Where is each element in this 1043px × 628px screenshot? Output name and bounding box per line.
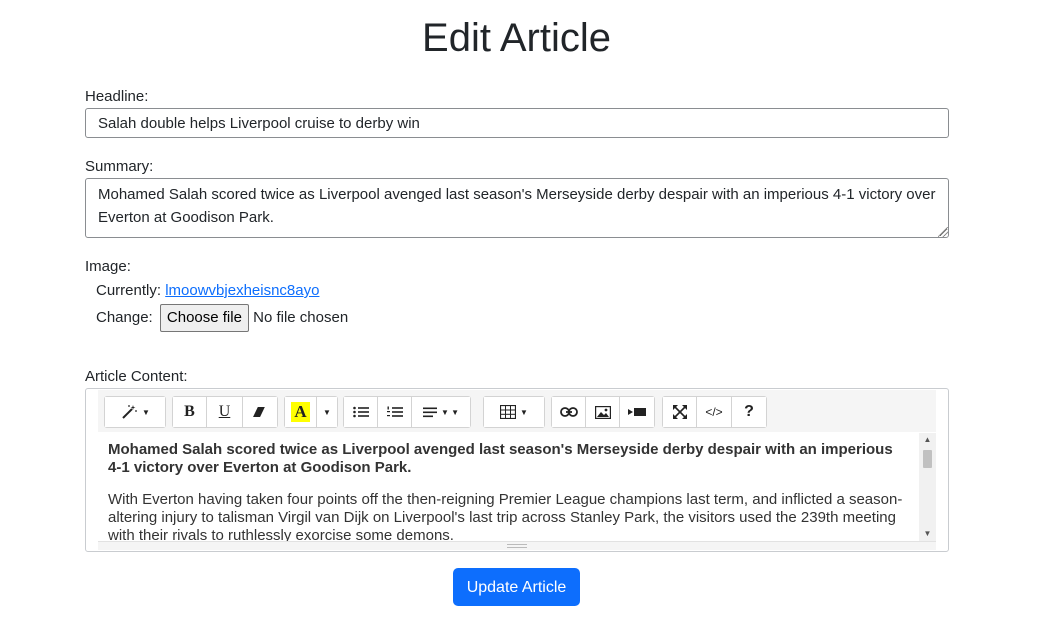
table-button[interactable]: ▼ — [484, 397, 544, 427]
eraser-icon — [253, 406, 267, 418]
table-group: ▼ — [483, 396, 545, 428]
editor-resize-bar[interactable] — [98, 541, 936, 550]
underline-icon: U — [218, 403, 231, 420]
paragraph-group: ▼ ▼ — [343, 396, 471, 428]
help-button[interactable]: ? — [732, 397, 766, 427]
bold-button[interactable]: B — [173, 397, 207, 427]
rich-text-editor: ▼ B U A ▼ ▼ ▼ ▼ </> ? Mohamed Salah scor… — [85, 388, 949, 552]
current-image-link[interactable]: lmoowvbjexheisnc8ayo — [165, 282, 319, 299]
color-group: A ▼ — [284, 396, 338, 428]
summary-textarea[interactable]: Mohamed Salah scored twice as Liverpool … — [85, 178, 949, 238]
current-image-row: Currently: lmoowvbjexheisnc8ayo — [96, 281, 319, 301]
change-label: Change: — [96, 309, 153, 326]
ordered-list-icon — [386, 406, 403, 418]
content-paragraph: Mohamed Salah scored twice as Liverpool … — [108, 441, 893, 476]
content-label: Article Content: — [85, 368, 188, 385]
misc-group: </> ? — [662, 396, 767, 428]
content-paragraph: With Everton having taken four points of… — [108, 491, 903, 541]
page-title: Edit Article — [422, 16, 611, 60]
color-dropdown-button[interactable]: ▼ — [317, 397, 337, 427]
headline-input[interactable] — [85, 108, 949, 138]
font-style-group: B U — [172, 396, 278, 428]
link-button[interactable] — [552, 397, 586, 427]
chevron-down-icon: ▼ ▼ — [440, 407, 460, 417]
update-article-button[interactable]: Update Article — [453, 568, 580, 606]
magic-wand-icon — [120, 404, 138, 420]
currently-label: Currently: — [96, 282, 162, 299]
table-icon — [500, 405, 517, 419]
headline-label: Headline: — [85, 88, 149, 105]
style-button[interactable]: ▼ — [105, 397, 165, 427]
align-button[interactable]: ▼ ▼ — [412, 397, 470, 427]
video-button[interactable] — [620, 397, 654, 427]
picture-icon — [594, 405, 611, 419]
text-color-button[interactable]: A — [285, 397, 317, 427]
summary-label: Summary: — [85, 158, 154, 175]
help-icon: ? — [744, 403, 754, 420]
editor-content[interactable]: Mohamed Salah scored twice as Liverpool … — [98, 433, 936, 541]
resize-grip-icon[interactable] — [938, 227, 948, 237]
editor-content-text: Mohamed Salah scored twice as Liverpool … — [108, 441, 908, 541]
scroll-down-icon[interactable]: ▼ — [919, 527, 936, 541]
chevron-down-icon: ▼ — [520, 407, 528, 417]
unordered-list-icon — [352, 406, 369, 418]
resize-handle-icon[interactable] — [507, 544, 527, 548]
image-label: Image: — [85, 258, 131, 275]
scrollbar-thumb[interactable] — [923, 450, 932, 468]
scroll-up-icon[interactable]: ▲ — [919, 433, 936, 447]
no-file-text: No file chosen — [253, 309, 349, 326]
fullscreen-button[interactable] — [663, 397, 697, 427]
video-icon — [628, 407, 646, 417]
style-group: ▼ — [104, 396, 166, 428]
code-view-icon: </> — [705, 405, 723, 419]
change-image-row: Change: Choose file No file chosen — [96, 304, 348, 332]
chevron-down-icon: ▼ — [142, 407, 150, 417]
clear-format-button[interactable] — [243, 397, 277, 427]
code-view-button[interactable]: </> — [697, 397, 732, 427]
fullscreen-icon — [672, 405, 687, 419]
editor-scrollbar[interactable]: ▲ ▼ — [919, 433, 936, 541]
choose-file-button[interactable]: Choose file — [159, 304, 249, 332]
picture-button[interactable] — [586, 397, 620, 427]
chevron-down-icon: ▼ — [323, 407, 331, 417]
align-icon — [422, 407, 437, 418]
insert-group — [551, 396, 655, 428]
link-icon — [559, 407, 578, 417]
bold-icon: B — [184, 403, 195, 420]
underline-button[interactable]: U — [207, 397, 243, 427]
ordered-list-button[interactable] — [378, 397, 412, 427]
unordered-list-button[interactable] — [344, 397, 378, 427]
editor-toolbar: ▼ B U A ▼ ▼ ▼ ▼ </> ? — [98, 390, 936, 432]
text-color-icon: A — [291, 402, 310, 422]
